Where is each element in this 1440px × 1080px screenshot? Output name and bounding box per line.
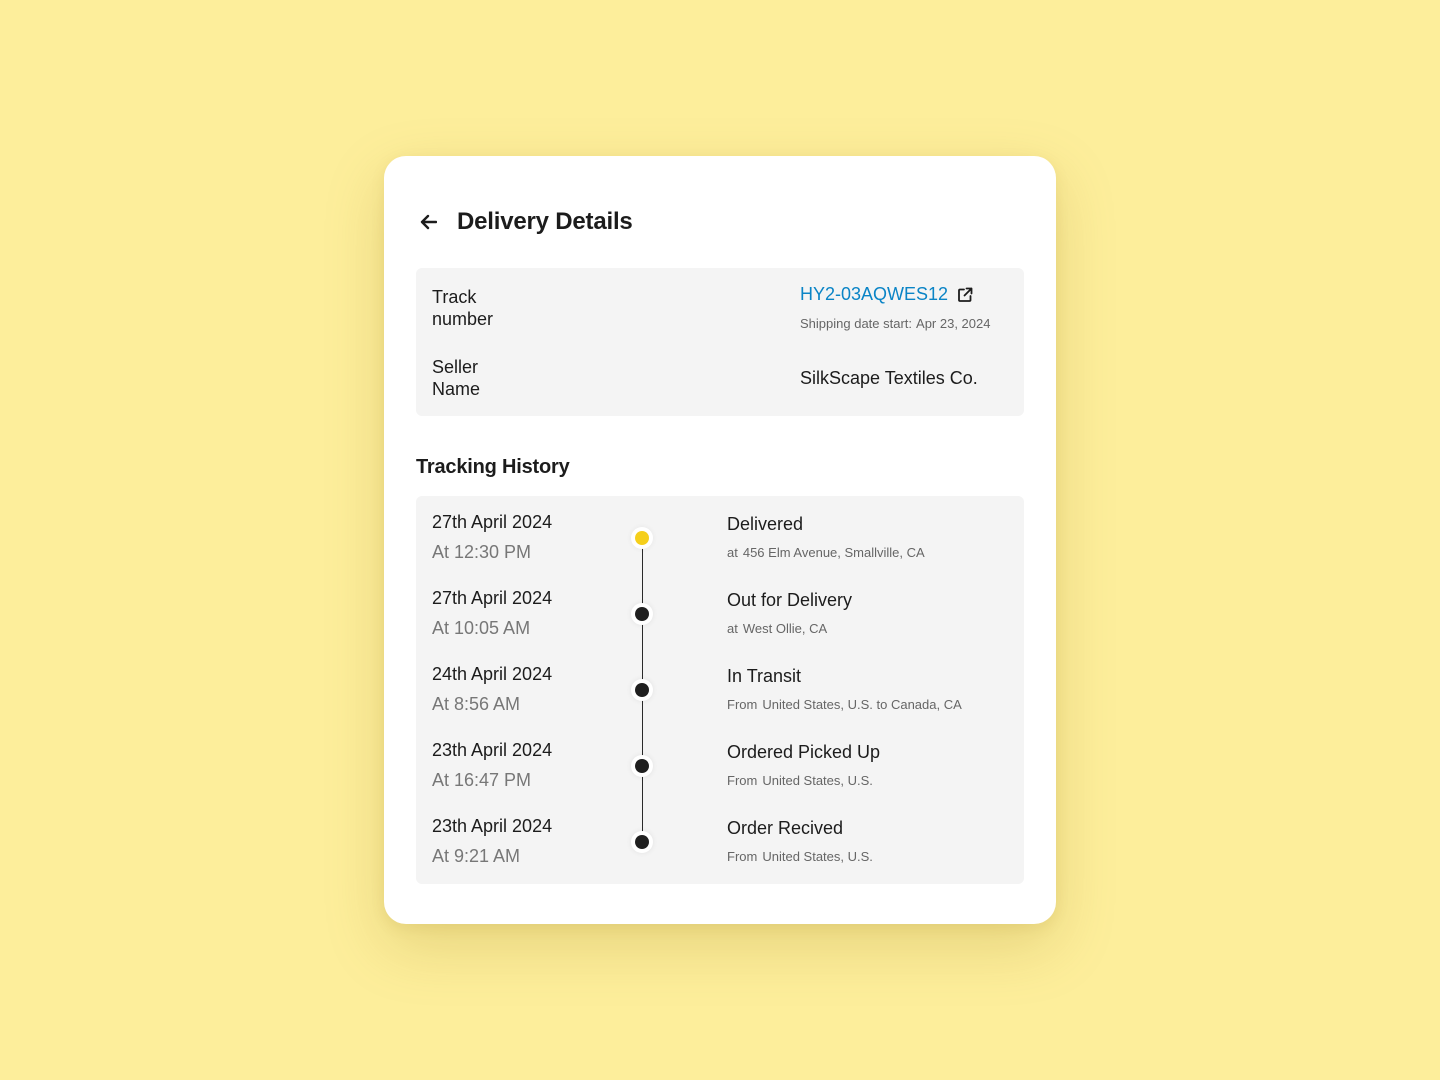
event-time: At 8:56 AM (432, 694, 521, 714)
event-location: at West Ollie, CA (727, 621, 827, 636)
event-status: Out for Delivery (727, 590, 853, 610)
shipping-date-label: Shipping date start: (800, 316, 913, 331)
event-location: From United States, U.S. (727, 773, 873, 788)
event-time: At 12:30 PM (432, 542, 532, 562)
event-location-prefix: From (727, 849, 758, 864)
timeline-dot (635, 607, 649, 621)
event-date: 27th April 2024 (432, 588, 553, 608)
event-status: Delivered (727, 514, 804, 534)
event-date: 23th April 2024 (432, 816, 553, 836)
tracking-history-title: Tracking History (416, 456, 570, 478)
event-time: At 9:21 AM (432, 846, 521, 866)
event-date: 23th April 2024 (432, 740, 553, 760)
shipping-date-value: Apr 23, 2024 (916, 316, 991, 331)
delivery-details-card: Delivery Details Track number HY2-03AQWE… (384, 156, 1056, 924)
header: Delivery Details (416, 204, 633, 240)
event-location-text: West Ollie, CA (742, 621, 828, 636)
event-status: Order Recived (727, 818, 844, 838)
track-number-link[interactable]: HY2-03AQWES12 (800, 284, 948, 305)
timeline-dot-active (635, 531, 649, 545)
timeline-event: 23th April 2024 At 16:47 PM Ordered Pick… (416, 724, 1024, 800)
timeline-dot (635, 683, 649, 697)
timeline-dot (635, 835, 649, 849)
back-button[interactable] (416, 210, 440, 234)
timeline-event: 23th April 2024 At 9:21 AM Order Recived… (416, 800, 1024, 876)
track-number-label: Track number (432, 287, 494, 329)
event-location-text: 456 Elm Avenue, Smallville, CA (742, 545, 925, 560)
event-location-prefix: From (727, 697, 758, 712)
timeline-event: 27th April 2024 At 10:05 AM Out for Deli… (416, 572, 1024, 648)
seller-name-label: Seller Name (432, 357, 481, 399)
tracking-history-panel: 27th April 2024 At 12:30 PM Delivered at… (416, 496, 1024, 884)
external-link-icon[interactable] (957, 287, 973, 303)
event-date: 27th April 2024 (432, 512, 553, 532)
event-location: From United States, U.S. (727, 849, 873, 864)
arrow-left-icon (420, 214, 437, 230)
event-location-prefix: at (727, 621, 738, 636)
page-title: Delivery Details (457, 208, 633, 235)
timeline-event: 27th April 2024 At 12:30 PM Delivered at… (416, 496, 1024, 572)
event-date: 24th April 2024 (432, 664, 553, 684)
event-status: In Transit (727, 666, 802, 686)
shipment-info-panel: Track number HY2-03AQWES12 Shipping date… (416, 268, 1024, 416)
event-time: At 10:05 AM (432, 618, 531, 638)
event-time: At 16:47 PM (432, 770, 532, 790)
track-number-row: HY2-03AQWES12 (800, 284, 973, 305)
shipping-date-row: Shipping date start: Apr 23, 2024 (800, 316, 990, 331)
seller-name-value: SilkScape Textiles Co. (800, 368, 978, 388)
event-location-prefix: at (727, 545, 738, 560)
event-location-text: United States, U.S. (762, 773, 873, 788)
event-location-prefix: From (727, 773, 758, 788)
event-location: From United States, U.S. to Canada, CA (727, 697, 962, 712)
timeline-event: 24th April 2024 At 8:56 AM In Transit Fr… (416, 648, 1024, 724)
event-status: Ordered Picked Up (727, 742, 881, 762)
event-location-text: United States, U.S. (762, 849, 873, 864)
event-location: at 456 Elm Avenue, Smallville, CA (727, 545, 925, 560)
timeline-dot (635, 759, 649, 773)
event-location-text: United States, U.S. to Canada, CA (762, 697, 962, 712)
